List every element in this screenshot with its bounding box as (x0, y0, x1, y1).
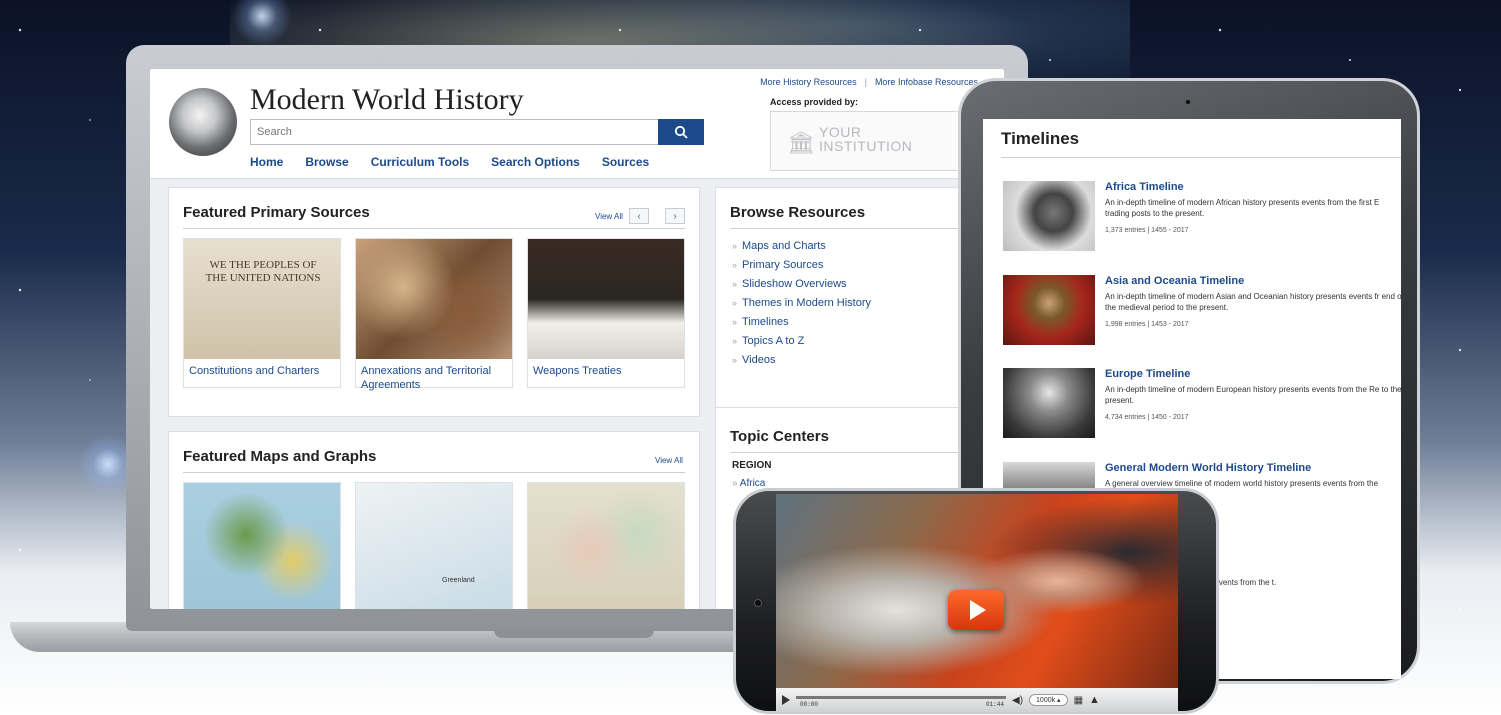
nav-browse[interactable]: Browse (305, 155, 348, 169)
timeline-item[interactable]: Europe Timeline An in-depth timeline of … (1003, 368, 1401, 448)
prev-arrow-button[interactable]: ‹ (629, 208, 649, 224)
browse-item-videos[interactable]: Videos (732, 354, 871, 366)
card-caption: Constitutions and Charters (189, 365, 320, 377)
cartoon-image (356, 239, 512, 359)
phone-frame: 00:00 01:44 ◀) 1000k ▴ ▦ ▲ (733, 488, 1219, 714)
share-icon[interactable]: ▲ (1089, 694, 1100, 706)
charter-image: WE THE PEOPLES OF THE UNITED NATIONS (184, 239, 340, 359)
top-links: More History Resources | More Infobase R… (760, 77, 978, 87)
map-card[interactable] (527, 482, 685, 609)
main-nav: Home Browse Curriculum Tools Search Opti… (250, 155, 649, 169)
play-icon (970, 600, 986, 620)
timeline-meta: 1,998 entries | 1453 - 2017 (1105, 321, 1189, 328)
panel-title: Topic Centers (730, 428, 829, 445)
bitrate-select[interactable]: 1000k ▴ (1029, 694, 1068, 706)
next-arrow-button[interactable]: › (665, 208, 685, 224)
search-input[interactable] (250, 119, 658, 145)
timeline-meta: 4,734 entries | 1450 - 2017 (1105, 414, 1189, 421)
site-title: Modern World History (250, 83, 524, 116)
timelines-heading: Timelines (1001, 129, 1080, 148)
heading-divider (1001, 157, 1401, 158)
view-all-link[interactable]: View All (655, 456, 683, 465)
bank-icon: 🏛 (787, 130, 815, 155)
timeline-title[interactable]: General Modern World History Timeline (1105, 462, 1311, 474)
timeline-item[interactable]: Africa Timeline An in-depth timeline of … (1003, 181, 1401, 261)
astronaut-logo (169, 88, 237, 156)
panel-title: Browse Resources (730, 204, 866, 221)
charter-heading: WE THE PEOPLES OF THE UNITED NATIONS (205, 259, 321, 284)
source-card[interactable]: Weapons Treaties (527, 238, 685, 388)
control-play-icon[interactable] (782, 695, 790, 705)
laptop-notch (494, 630, 654, 638)
more-infobase-link[interactable]: More Infobase Resources (875, 77, 978, 87)
route-map-image: Greenland (356, 483, 512, 609)
world-map-image (184, 483, 340, 609)
search-button[interactable] (658, 119, 704, 145)
view-all-link[interactable]: View All (595, 212, 623, 221)
play-button[interactable] (948, 590, 1004, 630)
search-icon (674, 125, 688, 139)
region-label: REGION (732, 460, 772, 471)
timeline-item[interactable]: Asia and Oceania Timeline An in-depth ti… (1003, 275, 1401, 355)
signing-photo (528, 239, 684, 359)
map-card[interactable] (183, 482, 341, 609)
scrubber-track (796, 696, 1006, 699)
access-label: Access provided by: (770, 97, 859, 107)
timeline-description: An in-depth timeline of modern Asian and… (1105, 292, 1401, 312)
time-current: 00:00 (800, 701, 819, 708)
featured-primary-sources-panel: Featured Primary Sources View All ‹ › WE… (168, 187, 700, 417)
panel-title: Featured Maps and Graphs (183, 448, 377, 465)
fullscreen-icon[interactable]: ▦ (1074, 695, 1083, 706)
time-total: 01:44 (985, 701, 1004, 708)
timeline-description: An in-depth timeline of modern African h… (1105, 198, 1380, 218)
featured-maps-panel: Featured Maps and Graphs View All Greenl… (168, 431, 700, 609)
timeline-portrait (1003, 275, 1095, 345)
video-scrubber[interactable]: 00:00 01:44 (796, 691, 1006, 709)
browse-item-maps-charts[interactable]: Maps and Charts (732, 240, 871, 252)
nav-curriculum-tools[interactable]: Curriculum Tools (371, 155, 469, 169)
map-label: Greenland (442, 577, 475, 584)
source-card[interactable]: WE THE PEOPLES OF THE UNITED NATIONS Con… (183, 238, 341, 388)
search-bar (250, 119, 704, 145)
panel-title: Featured Primary Sources (183, 204, 370, 221)
browse-item-primary-sources[interactable]: Primary Sources (732, 259, 871, 271)
timeline-title[interactable]: Europe Timeline (1105, 368, 1190, 380)
browse-item-timelines[interactable]: Timelines (732, 316, 871, 328)
nav-search-options[interactable]: Search Options (491, 155, 580, 169)
phone-camera (754, 599, 762, 607)
timeline-meta: 1,373 entries | 1455 - 2017 (1105, 227, 1189, 234)
institution-name: YOUR INSTITUTION (819, 124, 913, 154)
card-caption: Annexations and Territorial Agreements (361, 365, 492, 391)
topic-item-africa[interactable]: » Africa (732, 478, 765, 489)
site-header: Modern World History Home Browse Curricu… (150, 69, 1004, 179)
map-card[interactable]: Greenland (355, 482, 513, 609)
more-history-link[interactable]: More History Resources (760, 77, 857, 87)
timeline-title[interactable]: Africa Timeline (1105, 181, 1184, 193)
tablet-camera (1185, 99, 1191, 105)
card-caption: Weapons Treaties (533, 365, 622, 377)
panel-divider (183, 472, 685, 473)
source-card[interactable]: Annexations and Territorial Agreements (355, 238, 513, 391)
link-separator: | (864, 77, 867, 87)
volume-icon[interactable]: ◀) (1012, 695, 1023, 706)
timeline-description: An in-depth timeline of modern European … (1105, 385, 1401, 405)
nav-sources[interactable]: Sources (602, 155, 649, 169)
panel-divider (183, 228, 685, 229)
browse-list: Maps and Charts Primary Sources Slidesho… (732, 240, 871, 373)
institution-box: 🏛 YOUR INSTITUTION (770, 111, 980, 171)
browse-item-slideshow-overviews[interactable]: Slideshow Overviews (732, 278, 871, 290)
video-controls: 00:00 01:44 ◀) 1000k ▴ ▦ ▲ (776, 688, 1178, 712)
timeline-title[interactable]: Asia and Oceania Timeline (1105, 275, 1244, 287)
timeline-portrait (1003, 368, 1095, 438)
phone-screen: 00:00 01:44 ◀) 1000k ▴ ▦ ▲ (776, 494, 1178, 712)
browse-item-topics-a-z[interactable]: Topics A to Z (732, 335, 871, 347)
browse-item-themes[interactable]: Themes in Modern History (732, 297, 871, 309)
europe-map-image (528, 483, 684, 609)
nav-home[interactable]: Home (250, 155, 283, 169)
timeline-portrait (1003, 181, 1095, 251)
